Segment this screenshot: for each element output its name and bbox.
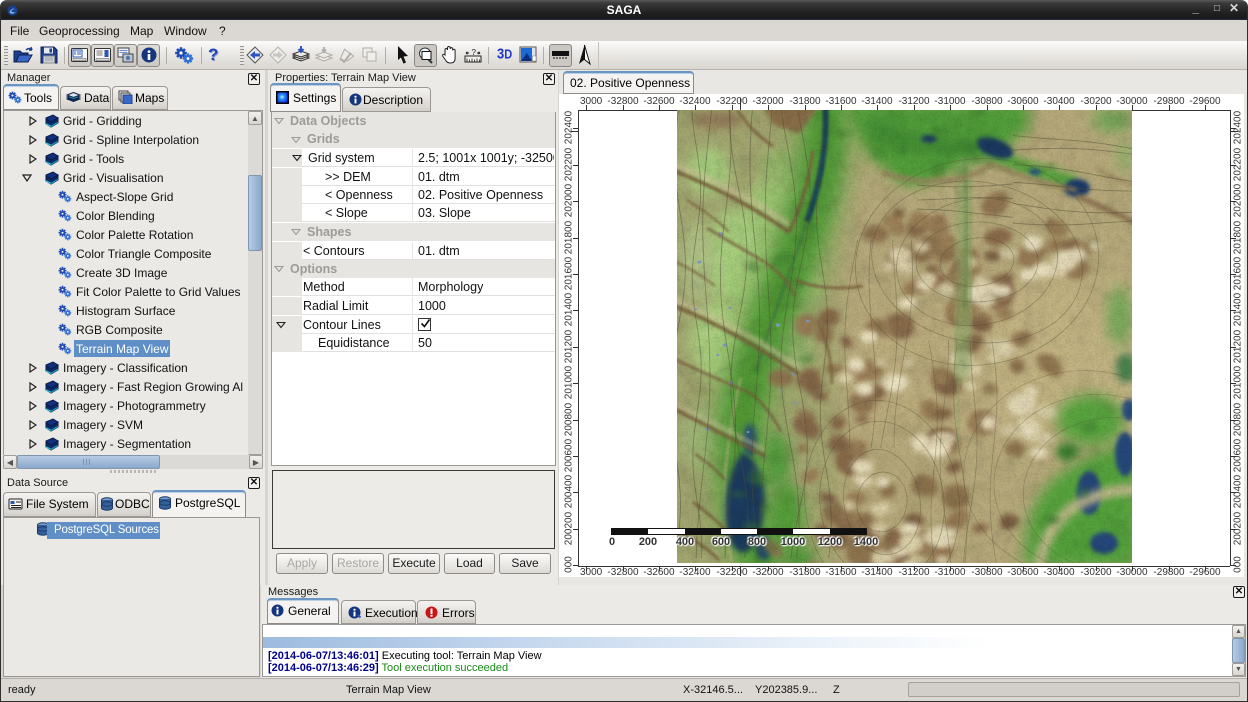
svg-text:?: ? <box>472 48 477 57</box>
